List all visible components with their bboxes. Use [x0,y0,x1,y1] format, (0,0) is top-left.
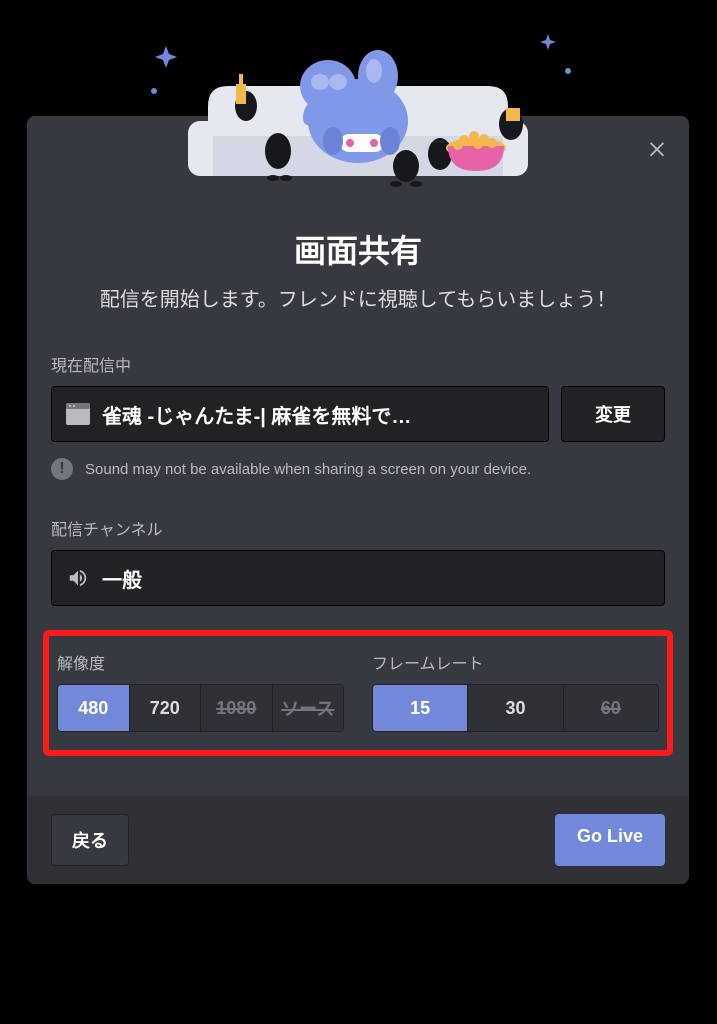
change-button[interactable]: 変更 [561,386,665,442]
close-icon [646,137,668,159]
stream-source-name: 雀魂 -じゃんたま-| 麻雀を無料で… [102,400,411,429]
framerate-option[interactable]: 60 [564,685,658,731]
framerate-segment: 153060 [372,684,659,732]
stream-source-box[interactable]: 雀魂 -じゃんたま-| 麻雀を無料で… [51,386,549,442]
warning-text: Sound may not be available when sharing … [85,461,531,478]
sound-warning: ! Sound may not be available when sharin… [51,458,665,480]
current-stream-label: 現在配信中 [51,352,665,376]
back-button[interactable]: 戻る [51,814,129,866]
speaker-icon [66,567,90,589]
channel-name: 一般 [102,564,142,593]
window-icon [66,403,90,425]
go-live-button[interactable]: Go Live [555,814,665,866]
framerate-label: フレームレート [372,650,659,674]
resolution-option[interactable]: ソース [273,685,344,731]
go-live-modal: 画面共有 配信を開始します。フレンドに視聴してもらいましょう！ 現在配信中 雀魂… [27,116,689,884]
framerate-option[interactable]: 30 [468,685,563,731]
channel-label: 配信チャンネル [51,516,665,540]
modal-subtitle: 配信を開始します。フレンドに視聴してもらいましょう！ [51,284,665,316]
channel-select[interactable]: 一般 [51,550,665,606]
quality-highlight: 解像度 4807201080ソース フレームレート 153060 [43,630,673,756]
close-button[interactable] [643,134,671,162]
resolution-option[interactable]: 720 [130,685,202,731]
warning-icon: ! [51,458,73,480]
framerate-option[interactable]: 15 [373,685,468,731]
resolution-segment: 4807201080ソース [57,684,344,732]
resolution-option[interactable]: 480 [58,685,130,731]
modal-footer: 戻る Go Live [27,796,689,884]
resolution-option[interactable]: 1080 [201,685,273,731]
modal-title: 画面共有 [51,226,665,272]
resolution-label: 解像度 [57,650,344,674]
